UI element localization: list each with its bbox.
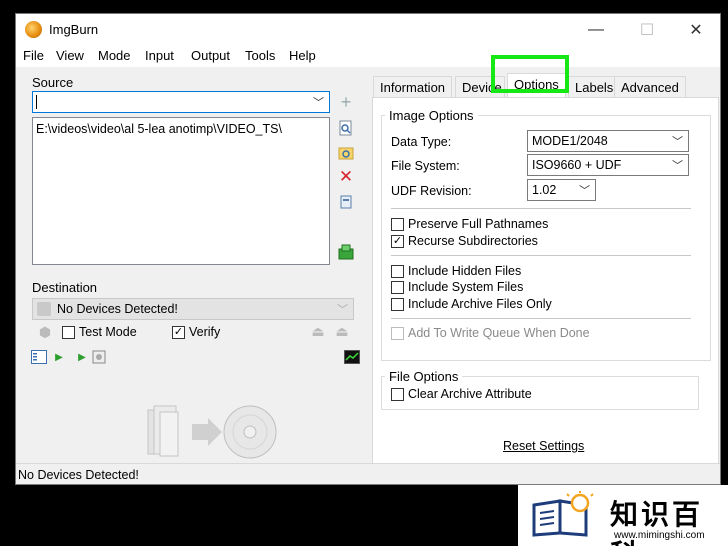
- divider: [391, 255, 691, 256]
- recurse-subdirectories-box[interactable]: ✓: [391, 234, 404, 248]
- include-archive-files-only-checkbox[interactable]: Include Archive Files Only: [391, 297, 552, 311]
- disc-info-icon[interactable]: ⬢: [37, 324, 53, 340]
- chevron-down-icon[interactable]: ﹀: [313, 94, 324, 110]
- preserve-full-pathnames-checkbox[interactable]: Preserve Full Pathnames: [391, 217, 548, 231]
- options-tab-page: Image Options Data Type: MODE1/2048 ﹀ Fi…: [372, 97, 719, 469]
- imgburn-app-icon: [25, 21, 42, 38]
- delete-icon[interactable]: ✕: [338, 167, 354, 186]
- preserve-full-pathnames-label: Preserve Full Pathnames: [408, 217, 549, 231]
- test-mode-label: Test Mode: [79, 325, 137, 339]
- browse-folder-icon[interactable]: [338, 145, 354, 161]
- test-mode-checkbox[interactable]: Test Mode: [62, 325, 137, 339]
- add-icon[interactable]: +: [338, 92, 354, 112]
- play-icon[interactable]: ▶: [51, 349, 67, 365]
- preserve-full-pathnames-box[interactable]: [391, 217, 404, 231]
- recurse-subdirectories-checkbox[interactable]: ✓ Recurse Subdirectories: [391, 234, 538, 248]
- chevron-down-icon[interactable]: ﹀: [337, 301, 348, 317]
- browse-file-icon[interactable]: [338, 120, 354, 136]
- options-tab-highlight: [491, 55, 569, 93]
- menu-mode[interactable]: Mode: [98, 48, 131, 63]
- title-bar: ImgBurn — ☐ ✕: [16, 14, 720, 45]
- clear-archive-attribute-label: Clear Archive Attribute: [408, 387, 532, 401]
- menu-file[interactable]: File: [23, 48, 44, 63]
- minimize-button[interactable]: —: [576, 17, 616, 42]
- verify-box[interactable]: ✓: [172, 325, 185, 339]
- add-to-write-queue-label: Add To Write Queue When Done: [408, 326, 590, 340]
- tab-information[interactable]: Information: [373, 76, 453, 98]
- watermark: 知识百科 www.mimingshi.com: [518, 485, 728, 546]
- file-system-label: File System:: [391, 159, 460, 173]
- include-system-files-box[interactable]: [391, 280, 404, 294]
- build-graphic-icon[interactable]: [146, 402, 280, 462]
- file-system-select[interactable]: ISO9660 + UDF ﹀: [527, 154, 689, 176]
- status-bar: No Devices Detected!: [16, 463, 720, 484]
- device-value: No Devices Detected!: [57, 302, 178, 316]
- include-hidden-files-box[interactable]: [391, 264, 404, 278]
- image-options-heading: Image Options: [385, 108, 478, 123]
- destination-label: Destination: [32, 280, 98, 295]
- reset-settings-link[interactable]: Reset Settings: [503, 439, 584, 453]
- clear-archive-attribute-box[interactable]: [391, 387, 404, 401]
- include-system-files-checkbox[interactable]: Include System Files: [391, 280, 523, 294]
- menu-output[interactable]: Output: [191, 48, 230, 63]
- eject-icon[interactable]: ⏏: [310, 323, 326, 339]
- close-tray-icon[interactable]: ⏏: [334, 323, 350, 339]
- watermark-url: www.mimingshi.com: [614, 530, 705, 541]
- include-hidden-files-label: Include Hidden Files: [408, 264, 522, 278]
- include-system-files-label: Include System Files: [408, 280, 524, 294]
- add-to-write-queue-box[interactable]: [391, 326, 404, 340]
- clear-archive-attribute-checkbox[interactable]: Clear Archive Attribute: [391, 387, 532, 401]
- window-title: ImgBurn: [49, 22, 99, 37]
- menu-tools[interactable]: Tools: [245, 48, 275, 63]
- file-options-heading: File Options: [385, 369, 463, 384]
- recurse-subdirectories-label: Recurse Subdirectories: [408, 234, 538, 248]
- close-button[interactable]: ✕: [676, 17, 716, 42]
- source-input[interactable]: ﹀: [32, 91, 330, 113]
- menu-view[interactable]: View: [56, 48, 84, 63]
- imgburn-window: ImgBurn — ☐ ✕ File View Mode Input Outpu…: [15, 13, 721, 485]
- data-type-select[interactable]: MODE1/2048 ﹀: [527, 130, 689, 152]
- divider: [391, 208, 691, 209]
- list-item[interactable]: E:\videos\video\al 5-lea anotimp\VIDEO_T…: [36, 122, 282, 136]
- include-archive-files-only-box[interactable]: [391, 297, 404, 311]
- add-to-write-queue-checkbox[interactable]: Add To Write Queue When Done: [391, 326, 590, 340]
- verify-label: Verify: [189, 325, 221, 339]
- udf-revision-label: UDF Revision:: [391, 184, 472, 198]
- tab-labels[interactable]: Labels: [568, 76, 621, 98]
- queue-icon[interactable]: [91, 349, 107, 365]
- source-file-list[interactable]: E:\videos\video\al 5-lea anotimp\VIDEO_T…: [32, 117, 330, 265]
- chevron-down-icon[interactable]: ﹀: [672, 157, 683, 173]
- file-system-value: ISO9660 + UDF: [532, 158, 622, 172]
- udf-revision-select[interactable]: 1.02 ﹀: [527, 179, 596, 201]
- chevron-down-icon[interactable]: ﹀: [672, 133, 683, 149]
- queue-play-icon[interactable]: ▶: [74, 349, 90, 365]
- text-caret: [36, 95, 37, 109]
- drive-icon: [37, 302, 51, 316]
- status-text: No Devices Detected!: [18, 468, 139, 482]
- book-lightbulb-icon: [532, 491, 594, 537]
- menu-help[interactable]: Help: [289, 48, 316, 63]
- calculate-icon[interactable]: [338, 244, 354, 260]
- clear-list-icon[interactable]: [338, 194, 354, 210]
- divider: [391, 318, 691, 319]
- graph-data-icon[interactable]: [344, 349, 360, 365]
- data-type-value: MODE1/2048: [532, 134, 608, 148]
- chevron-down-icon[interactable]: ﹀: [579, 182, 590, 198]
- tab-advanced[interactable]: Advanced: [614, 76, 686, 98]
- menu-input[interactable]: Input: [145, 48, 174, 63]
- udf-revision-value: 1.02: [532, 183, 557, 197]
- source-label: Source: [32, 75, 74, 90]
- include-archive-files-only-label: Include Archive Files Only: [408, 297, 552, 311]
- log-window-icon[interactable]: [31, 349, 47, 365]
- maximize-button[interactable]: ☐: [627, 17, 667, 42]
- destination-device-select[interactable]: No Devices Detected! ﹀: [32, 298, 354, 320]
- verify-checkbox[interactable]: ✓ Verify: [172, 325, 220, 339]
- test-mode-box[interactable]: [62, 325, 75, 339]
- data-type-label: Data Type:: [391, 135, 452, 149]
- menu-bar: File View Mode Input Output Tools Help: [16, 45, 720, 67]
- include-hidden-files-checkbox[interactable]: Include Hidden Files: [391, 264, 521, 278]
